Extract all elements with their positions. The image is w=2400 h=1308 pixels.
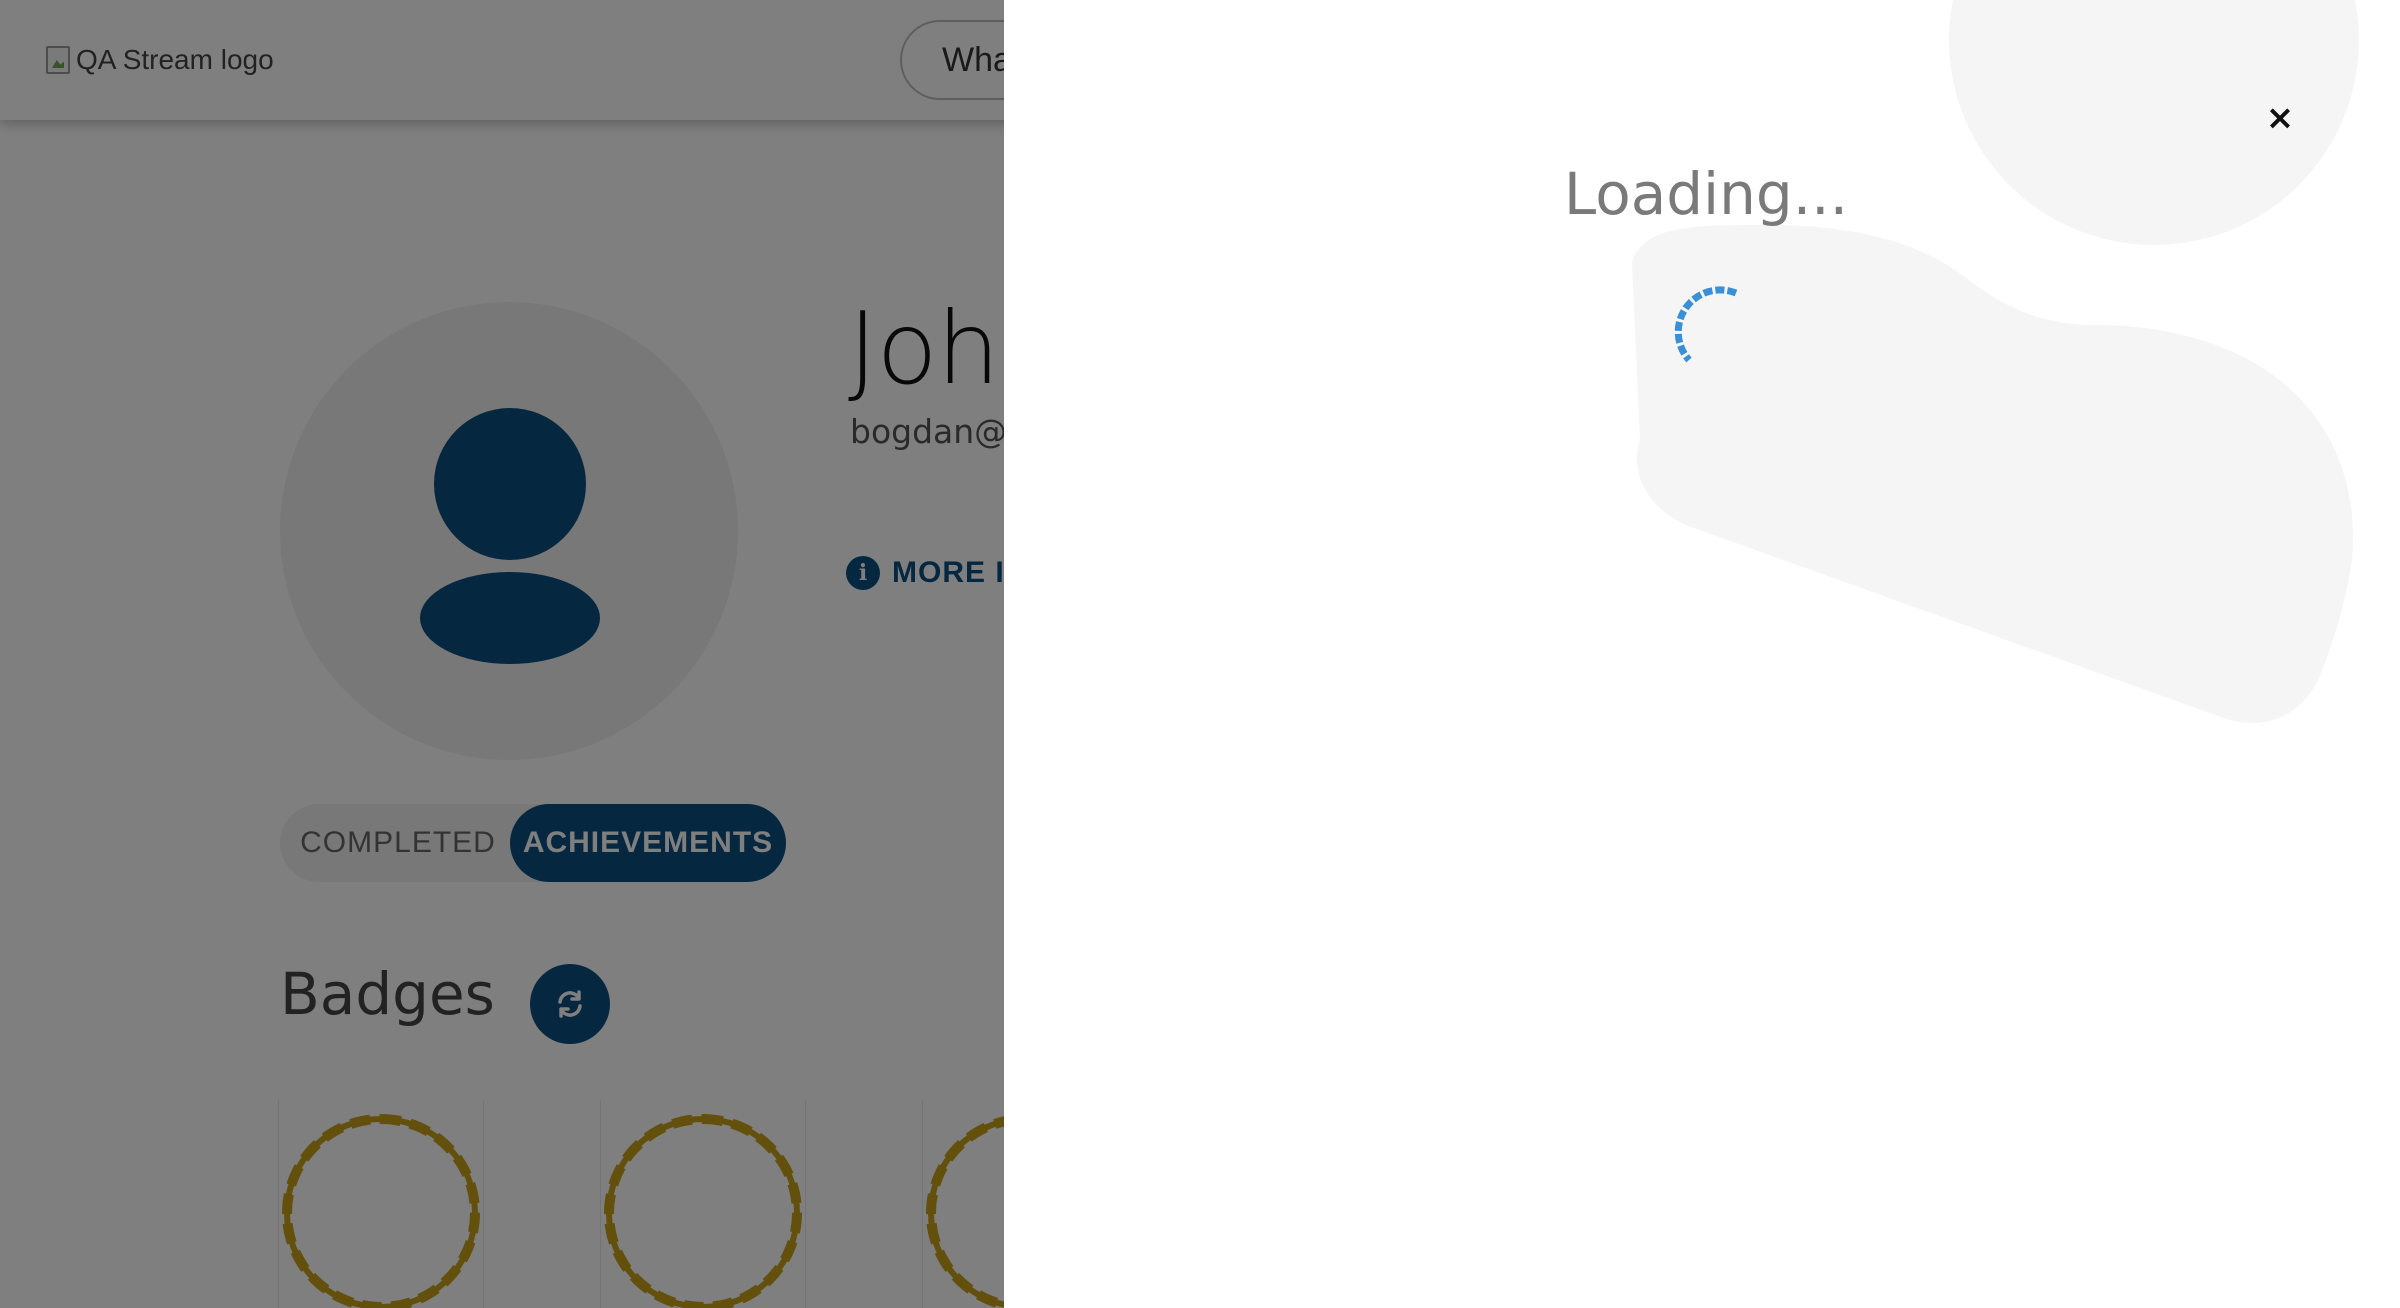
loading-text: Loading... (1563, 160, 1849, 228)
close-panel-button[interactable]: × (2262, 98, 2298, 138)
modal-backdrop[interactable] (0, 0, 1004, 1308)
spinner-icon (1674, 286, 1738, 363)
close-icon: × (2265, 98, 2295, 138)
side-panel: × Loading... (1004, 0, 2400, 1308)
